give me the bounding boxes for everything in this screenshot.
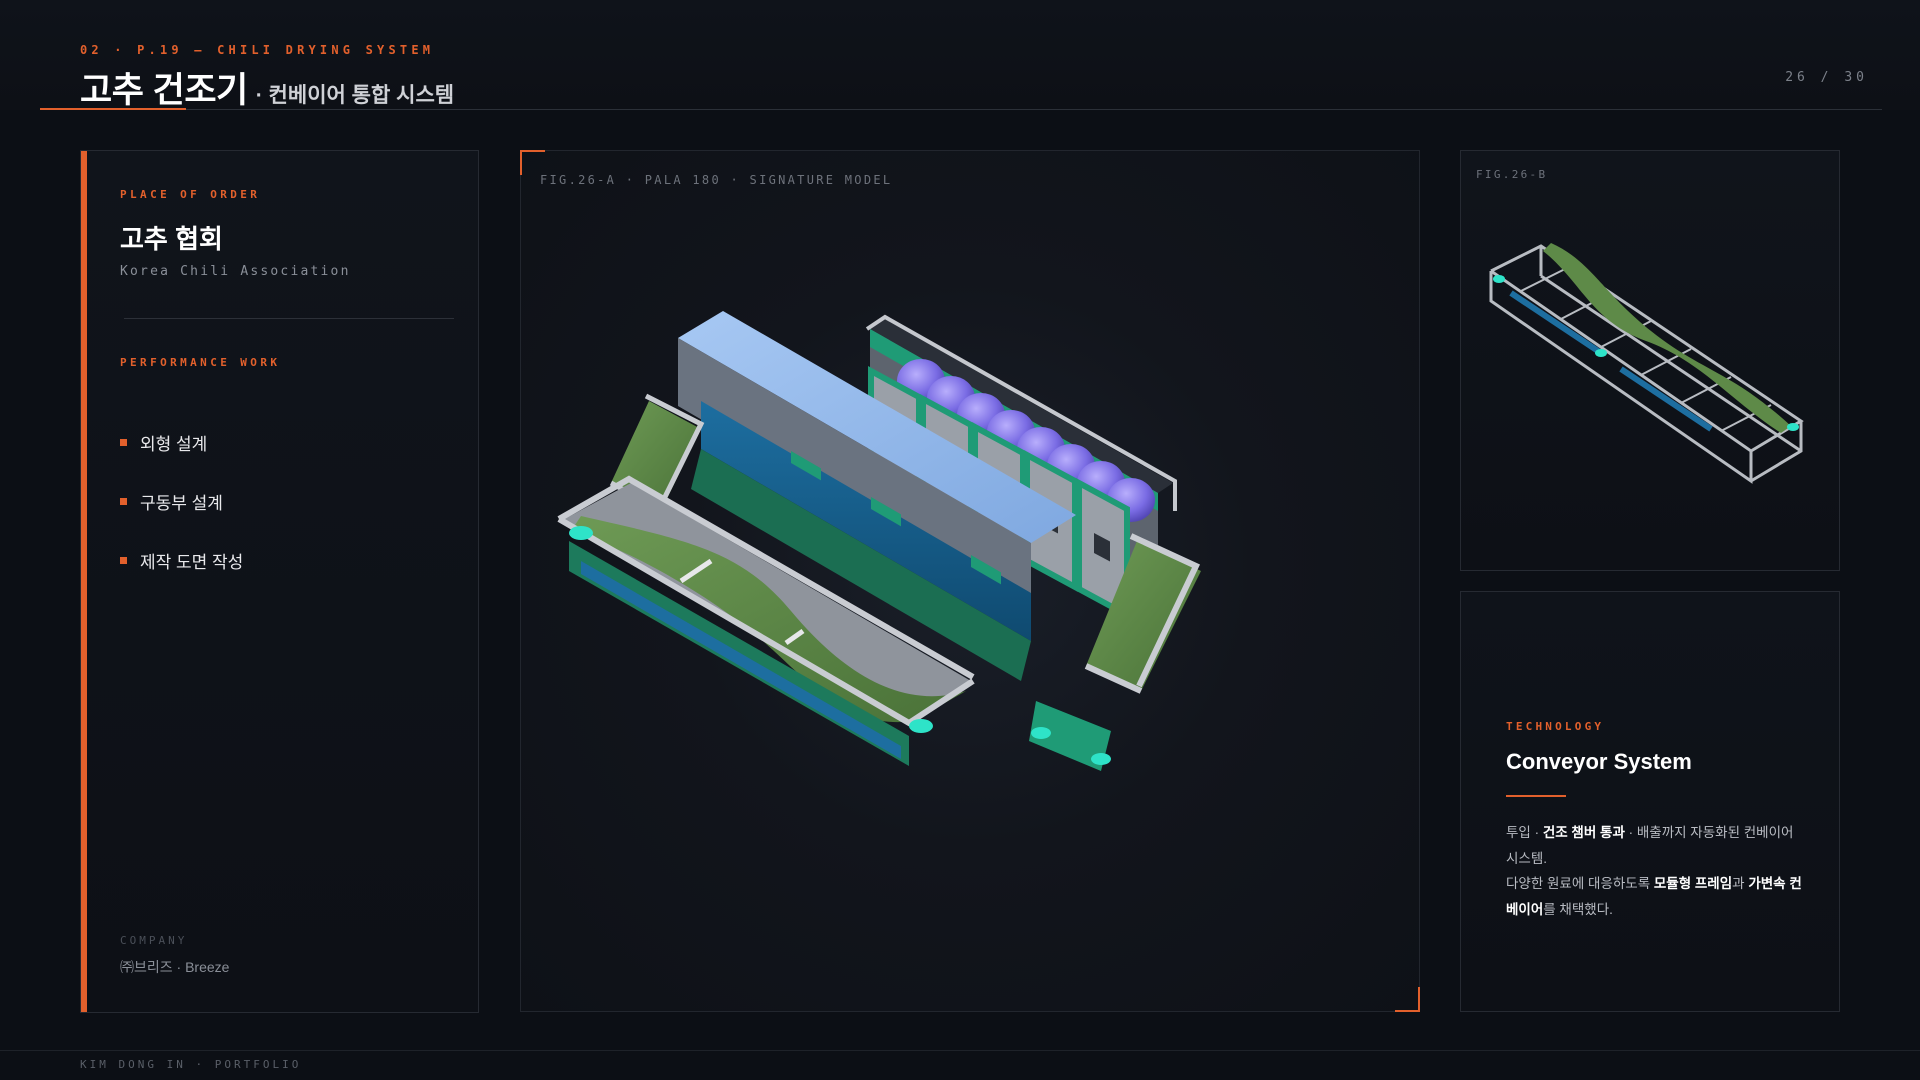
figure-caption-a: FIG.26-A · PALA 180 · SIGNATURE MODEL [540, 173, 893, 187]
technology-label: TECHNOLOGY [1506, 720, 1605, 733]
work-item-text: 외형 설계 [140, 435, 208, 454]
desc-text: 를 채택했다. [1543, 901, 1613, 917]
work-item-text: 구동부 설계 [140, 494, 223, 513]
desc-text: 과 [1732, 876, 1749, 891]
page-title: 고추 건조기 · 컨베이어 통합 시스템 [80, 62, 454, 113]
desc-highlight: 모듈형 프레임 [1653, 876, 1733, 891]
title-subtitle: · 컨베이어 통합 시스템 [255, 84, 455, 107]
bullet-square-icon [120, 557, 127, 564]
list-item: 외형 설계 [120, 413, 243, 472]
page-counter: 26 / 30 [1785, 70, 1868, 85]
work-item-text: 제작 도면 작성 [140, 553, 244, 572]
desc-text: 다양한 원료에 대응하도록 [1506, 876, 1654, 891]
secondary-figure-panel: FIG.26-B [1460, 150, 1840, 571]
list-item: 구동부 설계 [120, 472, 243, 531]
client-name-en: Korea Chili Association [120, 264, 351, 279]
corner-bracket-top-left [520, 150, 545, 175]
client-name: 고추 협회 [120, 224, 223, 254]
section-kicker: 02 · P.19 — CHILI DRYING SYSTEM [80, 43, 435, 57]
company-label: COMPANY [120, 934, 188, 947]
panel-divider [124, 318, 454, 319]
footer-text: KIM DONG IN · PORTFOLIO [80, 1058, 302, 1071]
performance-work-label: PERFORMANCE WORK [120, 356, 281, 369]
technology-description: 투입 · 건조 챔버 통과 · 배출까지 자동화된 컨베이어 시스템. 다양한 … [1506, 820, 1806, 922]
footer-divider [0, 1050, 1920, 1051]
list-item: 제작 도면 작성 [120, 531, 243, 590]
bullet-square-icon [120, 498, 127, 505]
header-divider [40, 109, 1882, 110]
project-info-panel: PLACE OF ORDER 고추 협회 Korea Chili Associa… [80, 150, 479, 1013]
technology-divider [1506, 795, 1566, 797]
work-list: 외형 설계 구동부 설계 제작 도면 작성 [120, 413, 243, 590]
company-name: ㈜브리즈 · Breeze [120, 959, 230, 975]
place-of-order-label: PLACE OF ORDER [120, 188, 261, 201]
title-main: 고추 건조기 [80, 71, 248, 110]
conveyor-frame-render-image [1489, 243, 1804, 484]
desc-highlight: 건조 챔버 통과 [1542, 825, 1625, 840]
figure-caption-b: FIG.26-B [1476, 168, 1548, 181]
bullet-square-icon [120, 439, 127, 446]
desc-text: 투입 · [1506, 825, 1543, 840]
technology-panel: TECHNOLOGY Conveyor System 투입 · 건조 챔버 통과… [1460, 591, 1840, 1012]
header-divider-accent [40, 108, 186, 110]
chili-dryer-render-image [557, 311, 1201, 771]
technology-title: Conveyor System [1506, 749, 1692, 774]
main-figure-panel: FIG.26-A · PALA 180 · SIGNATURE MODEL [520, 150, 1420, 1012]
panel-accent-bar [81, 151, 87, 1012]
